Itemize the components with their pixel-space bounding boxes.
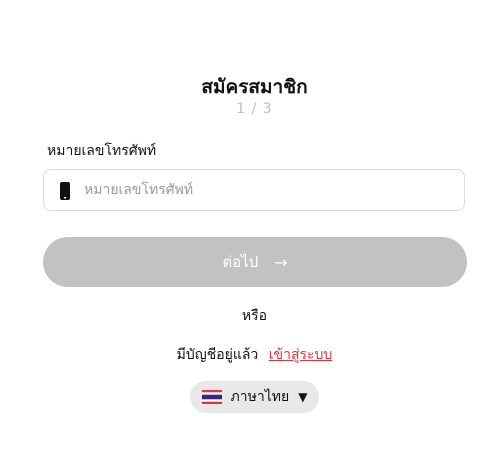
- phone-label: หมายเลขโทรศัพท์: [47, 143, 157, 159]
- language-label: ภาษาไทย: [230, 389, 290, 405]
- login-prompt-row: มีบัญชีอยู่แล้ว เข้าสู่ระบบ: [0, 344, 499, 366]
- next-button[interactable]: ต่อไป →: [43, 237, 467, 287]
- mobile-phone-icon: [60, 182, 70, 200]
- arrow-right-icon: →: [274, 252, 288, 272]
- language-selector[interactable]: ภาษาไทย ▼: [190, 381, 319, 413]
- register-page: สมัครสมาชิก 1 / 3 หมายเลขโทรศัพท์ ต่อไป …: [0, 0, 499, 471]
- login-prompt-text: มีบัญชีอยู่แล้ว: [176, 347, 259, 363]
- or-divider-text: หรือ: [241, 308, 268, 324]
- thailand-flag-icon: [201, 390, 222, 404]
- login-link[interactable]: เข้าสู่ระบบ: [269, 347, 333, 363]
- phone-input[interactable]: [84, 170, 454, 210]
- step-indicator: 1 / 3: [236, 101, 273, 117]
- phone-field[interactable]: [43, 169, 465, 211]
- next-button-label: ต่อไป: [222, 253, 259, 271]
- page-title: สมัครสมาชิก: [201, 76, 308, 98]
- chevron-down-icon: ▼: [298, 390, 308, 404]
